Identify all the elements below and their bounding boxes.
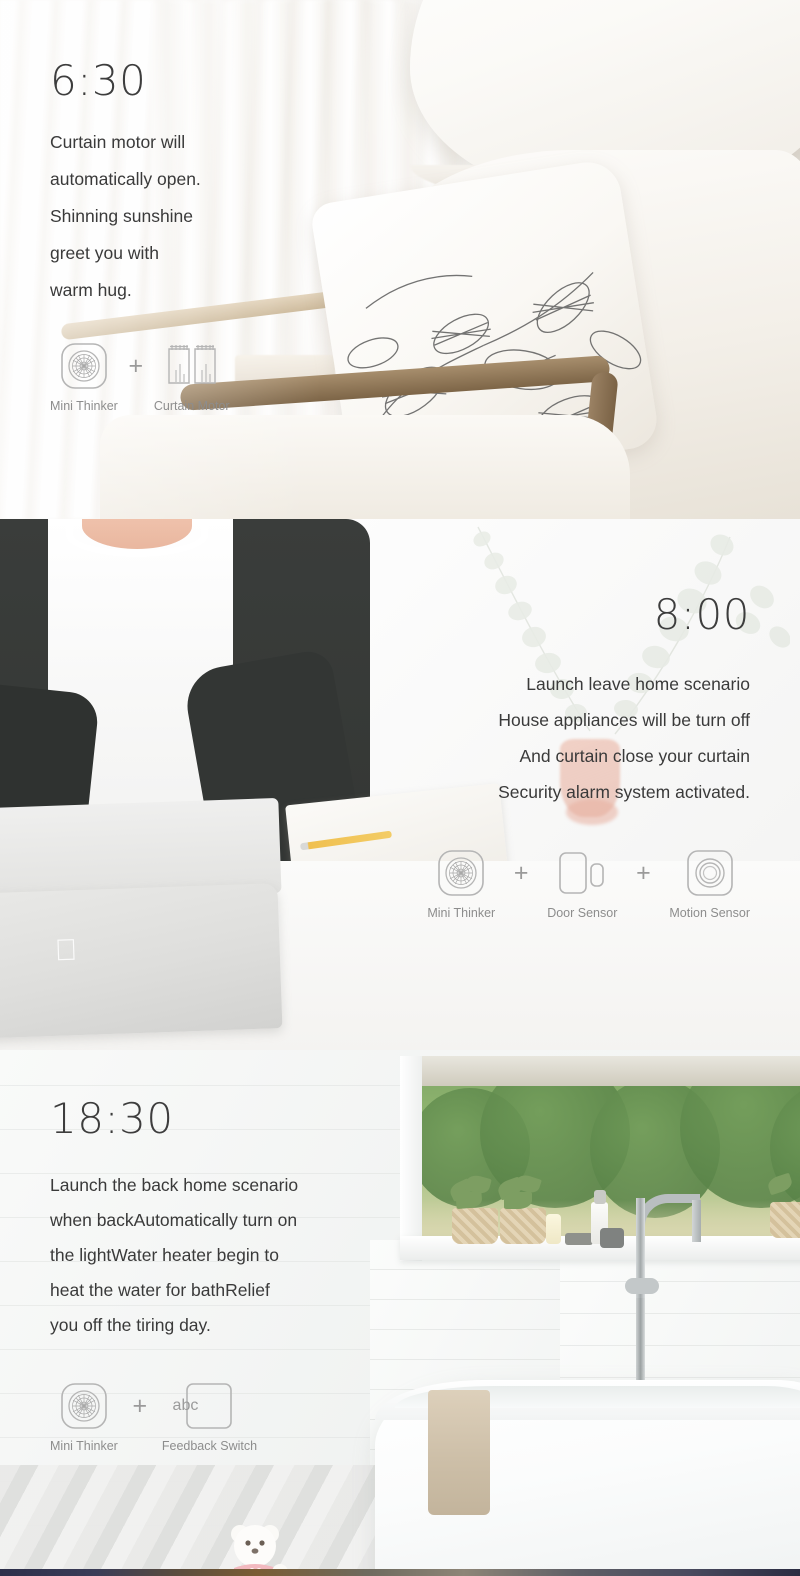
device-feedback-switch[interactable]: abc Feedback Switch bbox=[162, 1381, 257, 1453]
scenario-showcase-page: 6:30 Curtain motor will automatically op… bbox=[0, 0, 800, 1576]
next-image-sliver bbox=[0, 1569, 800, 1576]
device-label: Motion Sensor bbox=[669, 906, 750, 920]
description-line: the lightWater heater begin to bbox=[50, 1245, 279, 1265]
back-home-scenario-content: 18:30 Launch the back home scenario when… bbox=[0, 1050, 800, 1454]
plus-separator: + bbox=[128, 351, 144, 380]
description-line: Launch the back home scenario bbox=[50, 1175, 299, 1195]
description-line: Curtain motor will bbox=[50, 132, 186, 152]
scenario-time: 6:30 bbox=[50, 56, 147, 105]
description-line: when backAutomatically turn on bbox=[50, 1210, 298, 1230]
device-list: Mini Thinker + Door Sensor + Motion Sens… bbox=[0, 848, 750, 920]
scenario-panel-morning: 6:30 Curtain motor will automatically op… bbox=[0, 0, 800, 519]
scenario-panel-leave-home:  8:00 Launch leave home scenario House … bbox=[0, 519, 800, 1050]
description-line: automatically open. bbox=[50, 169, 201, 189]
description-line: you off the tiring day. bbox=[50, 1315, 211, 1335]
device-mini-thinker[interactable]: Mini Thinker bbox=[50, 1381, 118, 1453]
mini-thinker-icon bbox=[60, 341, 108, 391]
device-list: Mini Thinker + abc Feedback Switch bbox=[50, 1381, 800, 1453]
scenario-description: Launch leave home scenario House applian… bbox=[0, 666, 750, 810]
plus-separator: + bbox=[132, 1391, 148, 1420]
curtain-motor-icon bbox=[166, 341, 218, 391]
feedback-switch-glyph-text: abc bbox=[172, 1397, 199, 1414]
feedback-switch-icon: abc bbox=[173, 1381, 233, 1431]
scenario-description: Launch the back home scenario when backA… bbox=[50, 1168, 800, 1343]
leave-home-scenario-content: 8:00 Launch leave home scenario House ap… bbox=[0, 519, 800, 921]
description-line: House appliances will be turn off bbox=[498, 710, 750, 730]
mini-thinker-icon bbox=[60, 1381, 108, 1431]
device-label: Curtain Motor bbox=[153, 399, 230, 413]
device-list: Mini Thinker + Curtain Motor bbox=[50, 341, 800, 413]
description-line: Security alarm system activated. bbox=[498, 782, 750, 802]
scenario-time: 18:30 bbox=[50, 1094, 174, 1143]
description-line: greet you with bbox=[50, 243, 159, 263]
morning-scenario-content: 6:30 Curtain motor will automatically op… bbox=[0, 0, 800, 414]
plus-separator: + bbox=[636, 858, 651, 887]
device-door-sensor[interactable]: Door Sensor bbox=[547, 848, 617, 920]
description-line: warm hug. bbox=[50, 280, 132, 300]
motion-sensor-icon bbox=[686, 848, 734, 898]
scenario-description: Curtain motor will automatically open. S… bbox=[50, 124, 800, 309]
scenario-panel-back-home: 18:30 Launch the back home scenario when… bbox=[0, 1050, 800, 1570]
description-line: Shinning sunshine bbox=[50, 206, 194, 226]
description-line: And curtain close your curtain bbox=[519, 746, 750, 766]
device-label: Mini Thinker bbox=[427, 906, 496, 920]
description-line: Launch leave home scenario bbox=[526, 674, 750, 694]
device-motion-sensor[interactable]: Motion Sensor bbox=[669, 848, 750, 920]
device-mini-thinker[interactable]: Mini Thinker bbox=[427, 848, 495, 920]
plus-separator: + bbox=[513, 858, 529, 887]
device-label: Feedback Switch bbox=[161, 1439, 258, 1453]
door-sensor-icon bbox=[557, 848, 607, 898]
device-mini-thinker[interactable]: Mini Thinker bbox=[50, 341, 118, 413]
scenario-time: 8:00 bbox=[653, 590, 750, 639]
device-label: Door Sensor bbox=[547, 906, 618, 920]
description-line: heat the water for bathRelief bbox=[50, 1280, 270, 1300]
device-label: Mini Thinker bbox=[50, 1439, 118, 1453]
device-curtain-motor[interactable]: Curtain Motor bbox=[154, 341, 230, 413]
mini-thinker-icon bbox=[437, 848, 485, 898]
device-label: Mini Thinker bbox=[50, 399, 118, 413]
